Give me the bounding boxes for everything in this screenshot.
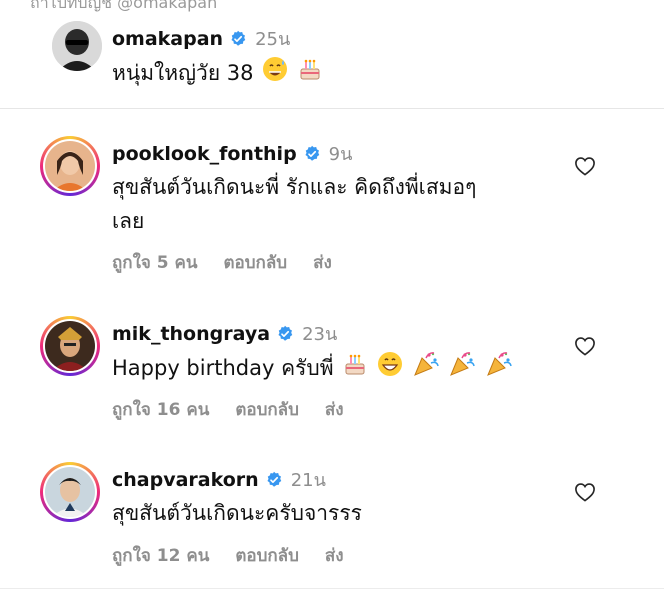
reply-button[interactable]: ตอบกลับ [224,249,288,276]
likes-count[interactable]: ถูกใจ 5 คน [112,249,198,276]
caption-text: หนุ่มใหญ่วัย 38 [112,61,254,85]
comment-time: 21น [290,470,326,491]
comment-text: Happy birthday ครับพี่ [112,356,334,380]
avatar-mik-thongraya[interactable] [40,316,100,376]
comment-text-line-2: เลย [112,209,145,233]
likes-count[interactable]: ถูกใจ 12 คน [112,542,209,569]
grin-emoji-icon [377,351,403,387]
send-button[interactable]: ส่ง [325,396,344,423]
avatar-chapvarakorn[interactable] [40,462,100,522]
verified-badge-icon [229,30,247,48]
birthday-cake-emoji-icon [297,56,323,92]
divider [0,588,664,589]
caption-username[interactable]: omakapan [112,28,223,50]
party-popper-emoji-icon [485,350,513,388]
verified-badge-icon [303,145,321,163]
comment-username[interactable]: mik_thongraya [112,323,270,345]
avatar-omakapan[interactable] [52,21,102,71]
comment-text-line-1: สุขสันต์วันเกิดนะพี่ รักและ คิดถึงพี่เสม… [112,175,477,199]
post-caption: omakapan 25น หนุ่มใหญ่วัย 38 [0,0,664,109]
comment-text-line: Happy birthday ครับพี่ [112,350,513,388]
comment-username[interactable]: chapvarakorn [112,469,259,491]
verified-badge-icon [265,471,283,489]
likes-count[interactable]: ถูกใจ 16 คน [112,396,209,423]
send-button[interactable]: ส่ง [325,542,344,569]
party-popper-emoji-icon [448,350,476,388]
heart-icon[interactable] [574,336,596,356]
heart-icon[interactable] [574,156,596,176]
reply-button[interactable]: ตอบกลับ [235,396,299,423]
reply-button[interactable]: ตอบกลับ [235,542,299,569]
avatar-pooklook-fonthip[interactable] [40,136,100,196]
sweat-smile-emoji-icon [262,56,288,92]
birthday-cake-emoji-icon [342,351,368,387]
caption-time: 25น [255,29,291,50]
comment-username[interactable]: pooklook_fonthip [112,143,297,165]
party-popper-emoji-icon [412,350,440,388]
comment-time: 9น [328,144,353,165]
send-button[interactable]: ส่ง [313,249,332,276]
verified-badge-icon [276,325,294,343]
heart-icon[interactable] [574,482,596,502]
caption-text-line: หนุ่มใหญ่วัย 38 [112,56,323,92]
comment-text: สุขสันต์วันเกิดนะครับจารรร [112,501,362,525]
comment-time: 23น [302,324,338,345]
